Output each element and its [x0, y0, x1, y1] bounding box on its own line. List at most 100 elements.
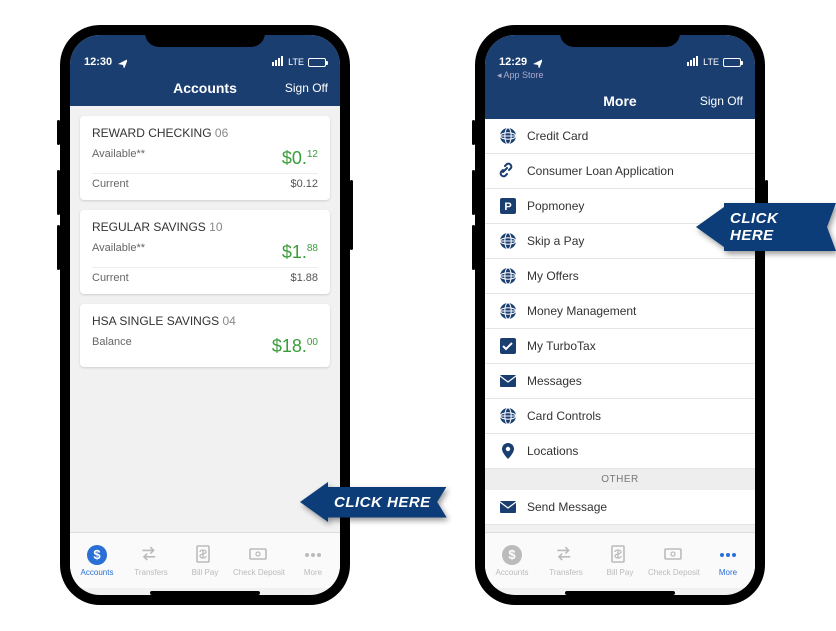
- tab-bill-pay[interactable]: Bill Pay: [593, 533, 647, 588]
- check-icon: [248, 544, 270, 566]
- battery-icon: [308, 58, 326, 67]
- menu-item-label: Credit Card: [527, 129, 588, 143]
- tab-accounts[interactable]: Accounts: [70, 533, 124, 588]
- amount-available: $0.12: [282, 148, 318, 169]
- menu-item-label: Locations: [527, 444, 578, 458]
- more-menu-list: Credit Card Consumer Loan Application Popm…: [485, 119, 755, 532]
- page-title: More: [603, 93, 636, 109]
- row-label: Current: [92, 272, 129, 284]
- menu-item-label: Popmoney: [527, 199, 584, 213]
- menu-item-label: Consumer Loan Application: [527, 164, 674, 178]
- section-header-other: OTHER: [485, 469, 755, 490]
- menu-item-my-turbotax[interactable]: My TurboTax: [485, 329, 755, 364]
- account-card[interactable]: REWARD CHECKING 06Available**$0.12Curren…: [80, 116, 330, 200]
- globe-icon: [499, 302, 517, 320]
- tab-label: Accounts: [496, 568, 529, 577]
- amount-current: $0.12: [290, 178, 318, 190]
- tab-label: Transfers: [549, 568, 583, 577]
- battery-icon: [723, 58, 741, 67]
- envelope-icon: [499, 498, 517, 516]
- menu-item-label: My TurboTax: [527, 339, 596, 353]
- location-arrow-icon: [116, 57, 127, 68]
- dollar-circle-icon: [86, 544, 108, 566]
- menu-item-consumer-loan-application[interactable]: Consumer Loan Application: [485, 154, 755, 189]
- row-label: Balance: [92, 336, 132, 357]
- transfer-icon: [140, 544, 162, 566]
- tab-bar: Accounts Transfers Bill Pay Check Deposit Mo…: [70, 532, 340, 588]
- globe-icon: [499, 127, 517, 145]
- page-title: Accounts: [173, 80, 237, 96]
- home-indicator[interactable]: [565, 591, 675, 595]
- signal-label: LTE: [288, 57, 304, 67]
- row-label: Available**: [92, 148, 145, 169]
- tab-more[interactable]: More: [701, 533, 755, 588]
- menu-item-send-message[interactable]: Send Message: [485, 490, 755, 525]
- phone-more-screen: 12:29 LTE ◂ App Store More Sign Off Cred…: [475, 25, 765, 605]
- account-name: HSA SINGLE SAVINGS 04: [92, 314, 318, 328]
- globe-icon: [499, 232, 517, 250]
- amount-current: $1.88: [290, 272, 318, 284]
- dollar-circle-icon: [501, 544, 523, 566]
- tab-transfers[interactable]: Transfers: [124, 533, 178, 588]
- account-card[interactable]: HSA SINGLE SAVINGS 04 Balance $18.00: [80, 304, 330, 367]
- menu-item-label: Skip a Pay: [527, 234, 584, 248]
- signal-bars-icon: [687, 56, 699, 68]
- menu-item-label: Money Management: [527, 304, 636, 318]
- status-time: 12:30: [84, 56, 112, 68]
- account-row: Current $1.88: [92, 267, 318, 286]
- tab-label: More: [304, 568, 322, 577]
- sign-off-button[interactable]: Sign Off: [285, 81, 328, 95]
- signal-label: LTE: [703, 57, 719, 67]
- tab-bar: Accounts Transfers Bill PayCheck Deposit Mo…: [485, 532, 755, 588]
- dots-icon: [302, 544, 324, 566]
- account-row: Current $0.12: [92, 173, 318, 192]
- menu-item-messages[interactable]: Messages: [485, 364, 755, 399]
- tab-label: Check Deposit: [648, 568, 700, 577]
- menu-item-label: Card Controls: [527, 409, 601, 423]
- menu-item-my-offers[interactable]: My Offers: [485, 259, 755, 294]
- link-icon: [499, 162, 517, 180]
- envelope-icon: [499, 372, 517, 390]
- amount-available: $18.00: [272, 336, 318, 357]
- tab-bill-pay[interactable]: Bill Pay: [178, 533, 232, 588]
- click-here-callout-more-tab: CLICK HERE: [300, 482, 447, 522]
- account-row: Available**$1.88: [92, 240, 318, 265]
- account-row: Available** $0.12: [92, 146, 318, 171]
- check-square-icon: [499, 337, 517, 355]
- menu-item-credit-card[interactable]: Credit Card: [485, 119, 755, 154]
- menu-item-label: Send Message: [527, 500, 607, 514]
- menu-item-card-controls[interactable]: Card Controls: [485, 399, 755, 434]
- nav-header: Accounts Sign Off: [70, 70, 340, 106]
- accounts-list: REWARD CHECKING 06Available**$0.12Curren…: [70, 106, 340, 532]
- globe-icon: [499, 407, 517, 425]
- menu-item-locations[interactable]: Locations: [485, 434, 755, 469]
- account-row: Balance $18.00: [92, 334, 318, 359]
- status-bar: 12:30 LTE: [70, 35, 340, 70]
- billpay-icon: [609, 544, 631, 566]
- globe-icon: [499, 267, 517, 285]
- tab-check-deposit[interactable]: Check Deposit: [232, 533, 286, 588]
- tab-label: Bill Pay: [192, 568, 219, 577]
- status-bar: 12:29 LTE: [485, 35, 755, 70]
- tab-label: Check Deposit: [233, 568, 285, 577]
- back-to-app-button[interactable]: ◂ App Store: [485, 70, 755, 83]
- tab-transfers[interactable]: Transfers: [539, 533, 593, 588]
- menu-item-money-management[interactable]: Money Management: [485, 294, 755, 329]
- p-square-icon: [499, 197, 517, 215]
- location-arrow-icon: [531, 57, 542, 68]
- menu-item-label: Messages: [527, 374, 582, 388]
- account-card[interactable]: REGULAR SAVINGS 10Available**$1.88Curren…: [80, 210, 330, 294]
- row-label: Current: [92, 178, 129, 190]
- tab-check-deposit[interactable]: Check Deposit: [647, 533, 701, 588]
- nav-header: More Sign Off: [485, 83, 755, 119]
- dots-icon: [717, 544, 739, 566]
- home-indicator[interactable]: [150, 591, 260, 595]
- tab-label: Accounts: [81, 568, 114, 577]
- check-icon: [663, 544, 685, 566]
- account-name: REWARD CHECKING 06: [92, 126, 318, 140]
- pin-icon: [499, 442, 517, 460]
- tab-label: More: [719, 568, 737, 577]
- tab-accounts[interactable]: Accounts: [485, 533, 539, 588]
- tab-more[interactable]: More: [286, 533, 340, 588]
- sign-off-button[interactable]: Sign Off: [700, 94, 743, 108]
